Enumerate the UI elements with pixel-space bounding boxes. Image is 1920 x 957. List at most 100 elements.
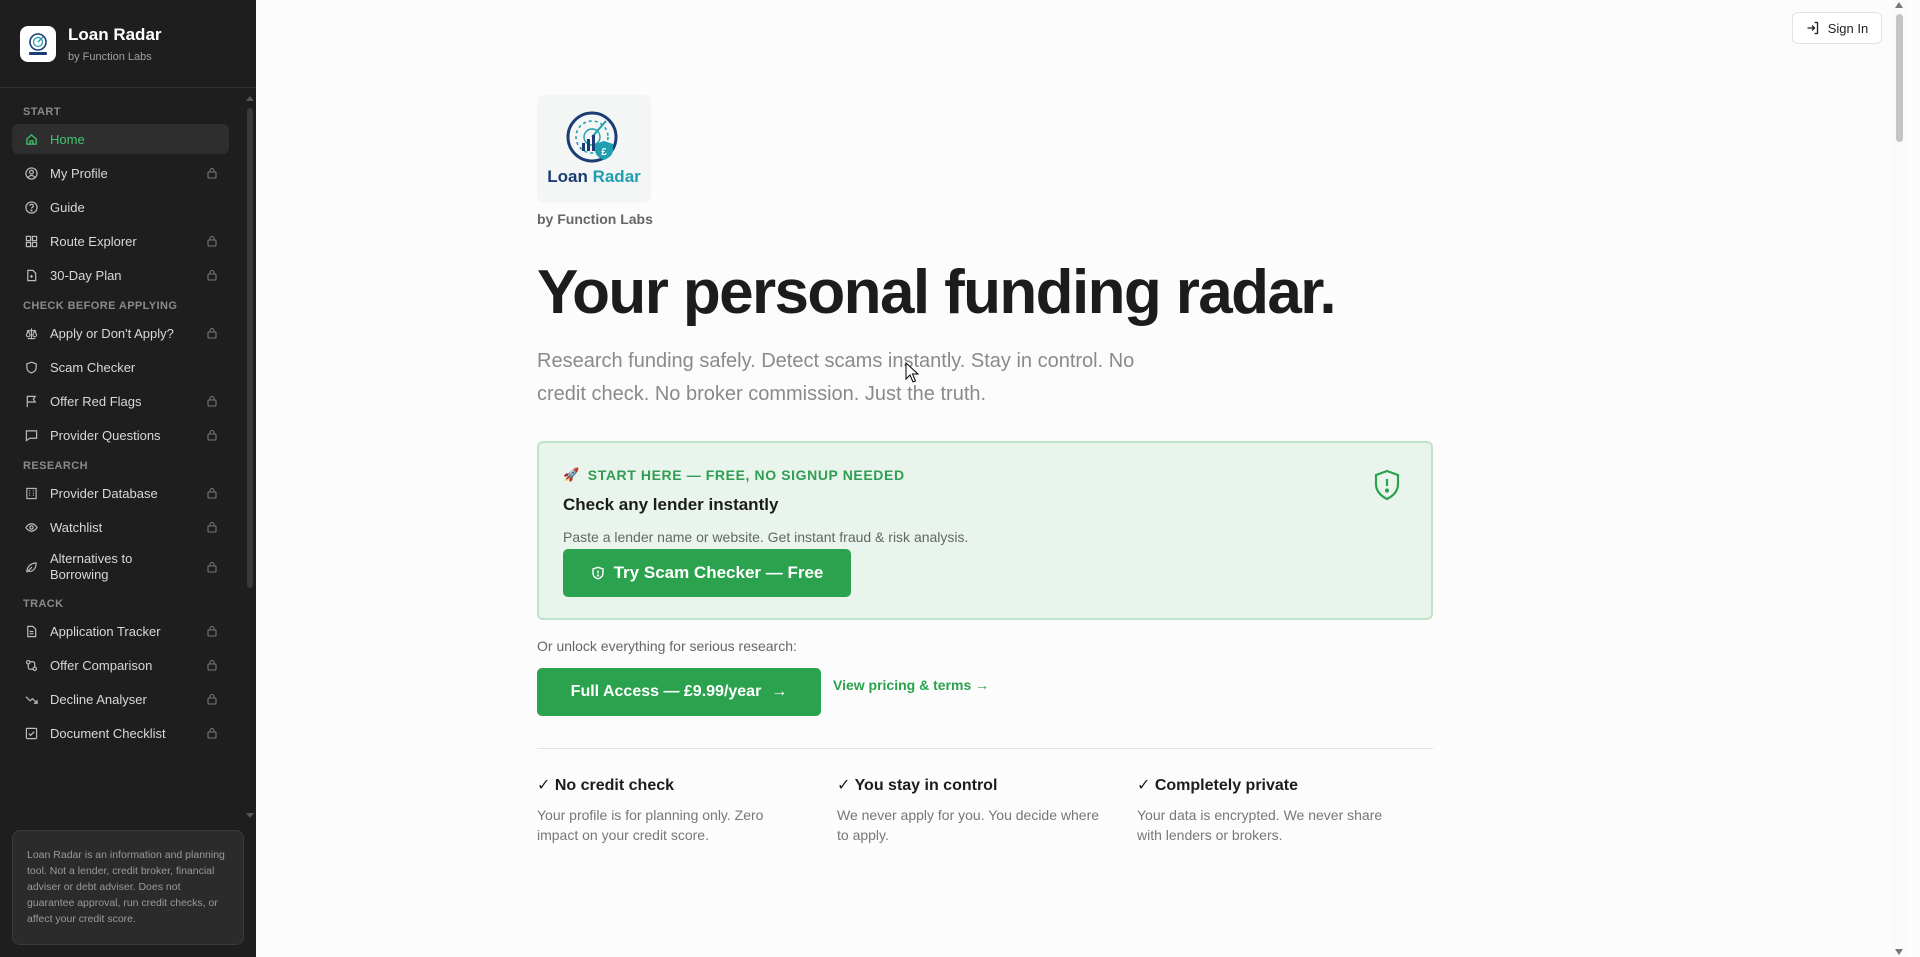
sidebar-item-apply-or-dont[interactable]: Apply or Don't Apply?: [12, 318, 229, 348]
sidebar-nav: START Home My Profile Guide Route Explor…: [0, 96, 244, 818]
sidebar-item-alternatives[interactable]: Alternatives to Borrowing: [12, 546, 229, 588]
try-scam-checker-button[interactable]: Try Scam Checker — Free: [563, 549, 851, 597]
full-access-button[interactable]: Full Access — £9.99/year →: [537, 668, 821, 716]
svg-text:£: £: [601, 147, 607, 158]
rocket-icon: 🚀: [563, 467, 580, 482]
scroll-up-icon[interactable]: [1895, 2, 1903, 8]
cta-eyebrow: 🚀 START HERE — FREE, NO SIGNUP NEEDED: [563, 467, 905, 483]
feature-you-stay-in-control: ✓ You stay in control We never apply for…: [837, 775, 1137, 845]
lock-icon: [207, 693, 217, 705]
brand-title: Loan Radar: [68, 24, 162, 44]
sidebar-item-home[interactable]: Home: [12, 124, 229, 154]
scroll-up-icon[interactable]: [246, 96, 254, 101]
view-pricing-link[interactable]: View pricing & terms →: [833, 677, 989, 693]
sidebar-item-decline-analyser[interactable]: Decline Analyser: [12, 684, 229, 714]
sidebar-item-provider-questions[interactable]: Provider Questions: [12, 420, 229, 450]
feature-desc: Your data is encrypted. We never share w…: [1137, 807, 1383, 843]
checklist-icon: [24, 726, 38, 740]
brand-header[interactable]: Loan Radar by Function Labs: [0, 0, 256, 88]
divider: [537, 748, 1433, 749]
lock-icon: [207, 521, 217, 533]
page-title: Your personal funding radar.: [537, 258, 1337, 327]
page-scrollbar[interactable]: [1892, 0, 1906, 957]
lock-icon: [207, 487, 217, 499]
help-circle-icon: [24, 200, 38, 214]
feature-completely-private: ✓ Completely private Your data is encryp…: [1137, 775, 1437, 845]
file-icon: [24, 268, 38, 282]
sidebar-item-30-day-plan[interactable]: 30-Day Plan: [12, 260, 229, 290]
sidebar-item-document-checklist[interactable]: Document Checklist: [12, 718, 229, 748]
unlock-text: Or unlock everything for serious researc…: [537, 638, 797, 654]
feature-desc: We never apply for you. You decide where…: [837, 807, 1100, 843]
sign-in-button[interactable]: Sign In: [1792, 12, 1882, 44]
scale-icon: [24, 326, 38, 340]
sidebar: Loan Radar by Function Labs START Home M…: [0, 0, 256, 957]
main-content: Sign In £ Loan Radar by Function Labs Yo…: [256, 0, 1906, 957]
sidebar-item-guide[interactable]: Guide: [12, 192, 229, 222]
sidebar-item-label: Provider Questions: [50, 427, 161, 443]
lock-icon: [207, 659, 217, 671]
sidebar-item-label: Scam Checker: [50, 359, 136, 375]
hero-lead: Research funding safely. Detect scams in…: [537, 350, 1135, 405]
lock-icon: [207, 327, 217, 339]
section-label-start: START: [23, 106, 61, 118]
hero-section: £ Loan Radar by Function Labs Your perso…: [537, 95, 1437, 845]
lock-icon: [207, 167, 217, 179]
sidebar-item-offer-comparison[interactable]: Offer Comparison: [12, 650, 229, 680]
feature-title: ✓ You stay in control: [837, 777, 998, 794]
loan-radar-logo: £ Loan Radar: [537, 95, 651, 203]
sidebar-item-label: Apply or Don't Apply?: [50, 325, 174, 341]
sidebar-item-label: Offer Red Flags: [50, 393, 142, 409]
sidebar-item-label: Application Tracker: [50, 623, 161, 639]
scam-checker-card: 🚀 START HERE — FREE, NO SIGNUP NEEDED Ch…: [537, 441, 1433, 620]
feature-desc: Your profile is for planning only. Zero …: [537, 807, 764, 843]
feature-no-credit-check: ✓ No credit check Your profile is for pl…: [537, 775, 837, 845]
scroll-down-icon[interactable]: [246, 813, 254, 818]
mouse-cursor-icon: [905, 362, 919, 383]
lock-icon: [207, 395, 217, 407]
shield-alert-icon: [591, 566, 604, 580]
scrollbar-thumb[interactable]: [247, 108, 253, 588]
sidebar-item-label: Document Checklist: [50, 725, 166, 741]
sidebar-item-label: Watchlist: [50, 519, 103, 535]
grid-icon: [24, 234, 38, 248]
sidebar-item-scam-checker[interactable]: Scam Checker: [12, 352, 229, 382]
sidebar-item-provider-database[interactable]: Provider Database: [12, 478, 229, 508]
sidebar-item-route-explorer[interactable]: Route Explorer: [12, 226, 229, 256]
trend-down-icon: [24, 692, 38, 706]
sidebar-scrollbar[interactable]: [244, 96, 256, 818]
byline: by Function Labs: [537, 211, 653, 227]
document-icon: [24, 624, 38, 638]
arrow-right-icon: →: [771, 683, 788, 700]
sidebar-item-offer-red-flags[interactable]: Offer Red Flags: [12, 386, 229, 416]
lock-icon: [207, 235, 217, 247]
shield-icon: [24, 360, 38, 374]
sidebar-item-label: Provider Database: [50, 485, 158, 501]
brand-logo-icon: [20, 25, 56, 62]
sidebar-item-my-profile[interactable]: My Profile: [12, 158, 229, 188]
building-icon: [24, 486, 38, 500]
sidebar-item-label: My Profile: [50, 165, 108, 181]
sidebar-item-label: Decline Analyser: [50, 691, 147, 707]
sidebar-item-label: 30-Day Plan: [50, 267, 122, 283]
cta-description: Paste a lender name or website. Get inst…: [563, 529, 969, 545]
sign-in-icon: [1807, 21, 1818, 35]
section-label-track: TRACK: [23, 598, 64, 610]
section-label-check: CHECK BEFORE APPLYING: [23, 300, 178, 312]
compare-icon: [24, 658, 38, 672]
sidebar-item-watchlist[interactable]: Watchlist: [12, 512, 229, 542]
sidebar-item-label: Route Explorer: [50, 233, 137, 249]
scrollbar-thumb[interactable]: [1896, 14, 1903, 142]
lock-icon: [207, 561, 217, 573]
scroll-down-icon[interactable]: [1895, 949, 1903, 955]
disclaimer: Loan Radar is an information and plannin…: [12, 830, 244, 945]
sign-in-label: Sign In: [1827, 20, 1869, 36]
eye-icon: [24, 520, 38, 534]
sidebar-item-application-tracker[interactable]: Application Tracker: [12, 616, 229, 646]
shield-alert-icon: [1374, 469, 1400, 501]
lock-icon: [207, 727, 217, 739]
lock-icon: [207, 269, 217, 281]
lock-icon: [207, 429, 217, 441]
flag-icon: [24, 394, 38, 408]
radar-logo-icon: £: [566, 111, 618, 163]
